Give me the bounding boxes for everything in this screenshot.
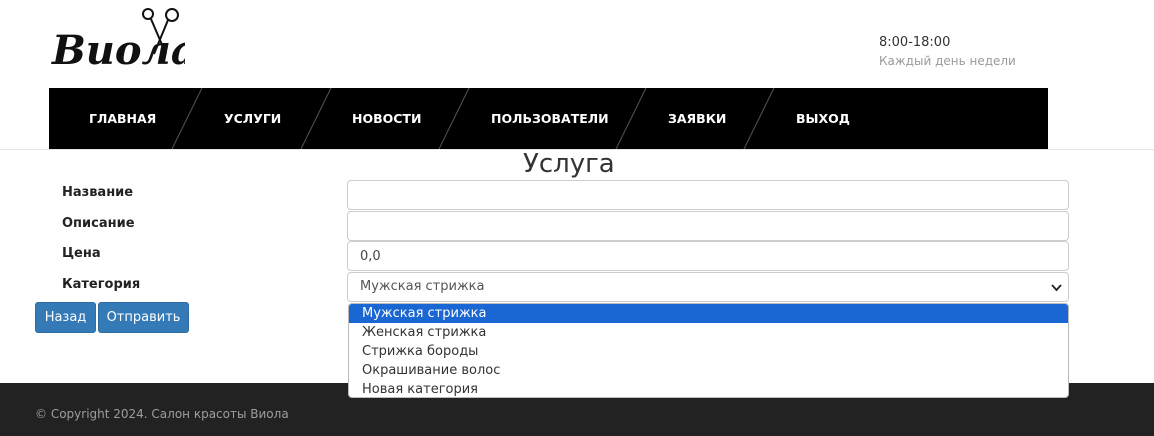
category-label: Категория — [62, 277, 141, 292]
main-nav: ГЛАВНАЯ УСЛУГИ НОВОСТИ ПОЛЬЗОВАТЕЛИ ЗАЯВ… — [49, 88, 1048, 149]
category-option[interactable]: Стрижка бороды — [349, 342, 1068, 361]
nav-separator — [300, 88, 332, 149]
category-option[interactable]: Окрашивание волос — [349, 361, 1068, 380]
category-option[interactable]: Новая категория — [349, 380, 1068, 397]
copyright-text: © Copyright 2024. Салон красоты Виола — [35, 407, 289, 421]
nav-separator — [438, 88, 470, 149]
chevron-down-icon — [1051, 284, 1062, 292]
category-dropdown-list: Мужская стрижка Женская стрижка Стрижка … — [348, 303, 1069, 398]
nav-item-logout[interactable]: ВЫХОД — [796, 88, 850, 149]
price-label: Цена — [62, 246, 101, 261]
submit-button[interactable]: Отправить — [98, 302, 189, 333]
working-hours: 8:00-18:00 Каждый день недели — [879, 35, 1016, 68]
nav-separator — [615, 88, 647, 149]
description-input[interactable] — [347, 211, 1069, 241]
category-option[interactable]: Женская стрижка — [349, 323, 1068, 342]
page-title: Услуга — [523, 149, 615, 179]
nav-separator — [171, 88, 203, 149]
name-label: Название — [62, 185, 134, 200]
price-input[interactable] — [347, 241, 1069, 271]
nav-item-news[interactable]: НОВОСТИ — [352, 88, 421, 149]
nav-item-requests[interactable]: ЗАЯВКИ — [668, 88, 726, 149]
hours-days: Каждый день недели — [879, 54, 1016, 68]
nav-separator — [743, 88, 775, 149]
nav-item-users[interactable]: ПОЛЬЗОВАТЕЛИ — [491, 88, 609, 149]
category-option[interactable]: Мужская стрижка — [349, 304, 1068, 323]
nav-item-services[interactable]: УСЛУГИ — [224, 88, 281, 149]
back-button[interactable]: Назад — [35, 302, 96, 333]
logo[interactable]: Виола — [50, 4, 197, 74]
category-select[interactable]: Мужская стрижка — [347, 272, 1069, 302]
nav-item-home[interactable]: ГЛАВНАЯ — [89, 88, 156, 149]
name-input[interactable] — [347, 180, 1069, 210]
category-selected-value: Мужская стрижка — [360, 279, 485, 294]
description-label: Описание — [62, 216, 135, 231]
hours-time: 8:00-18:00 — [879, 35, 951, 50]
